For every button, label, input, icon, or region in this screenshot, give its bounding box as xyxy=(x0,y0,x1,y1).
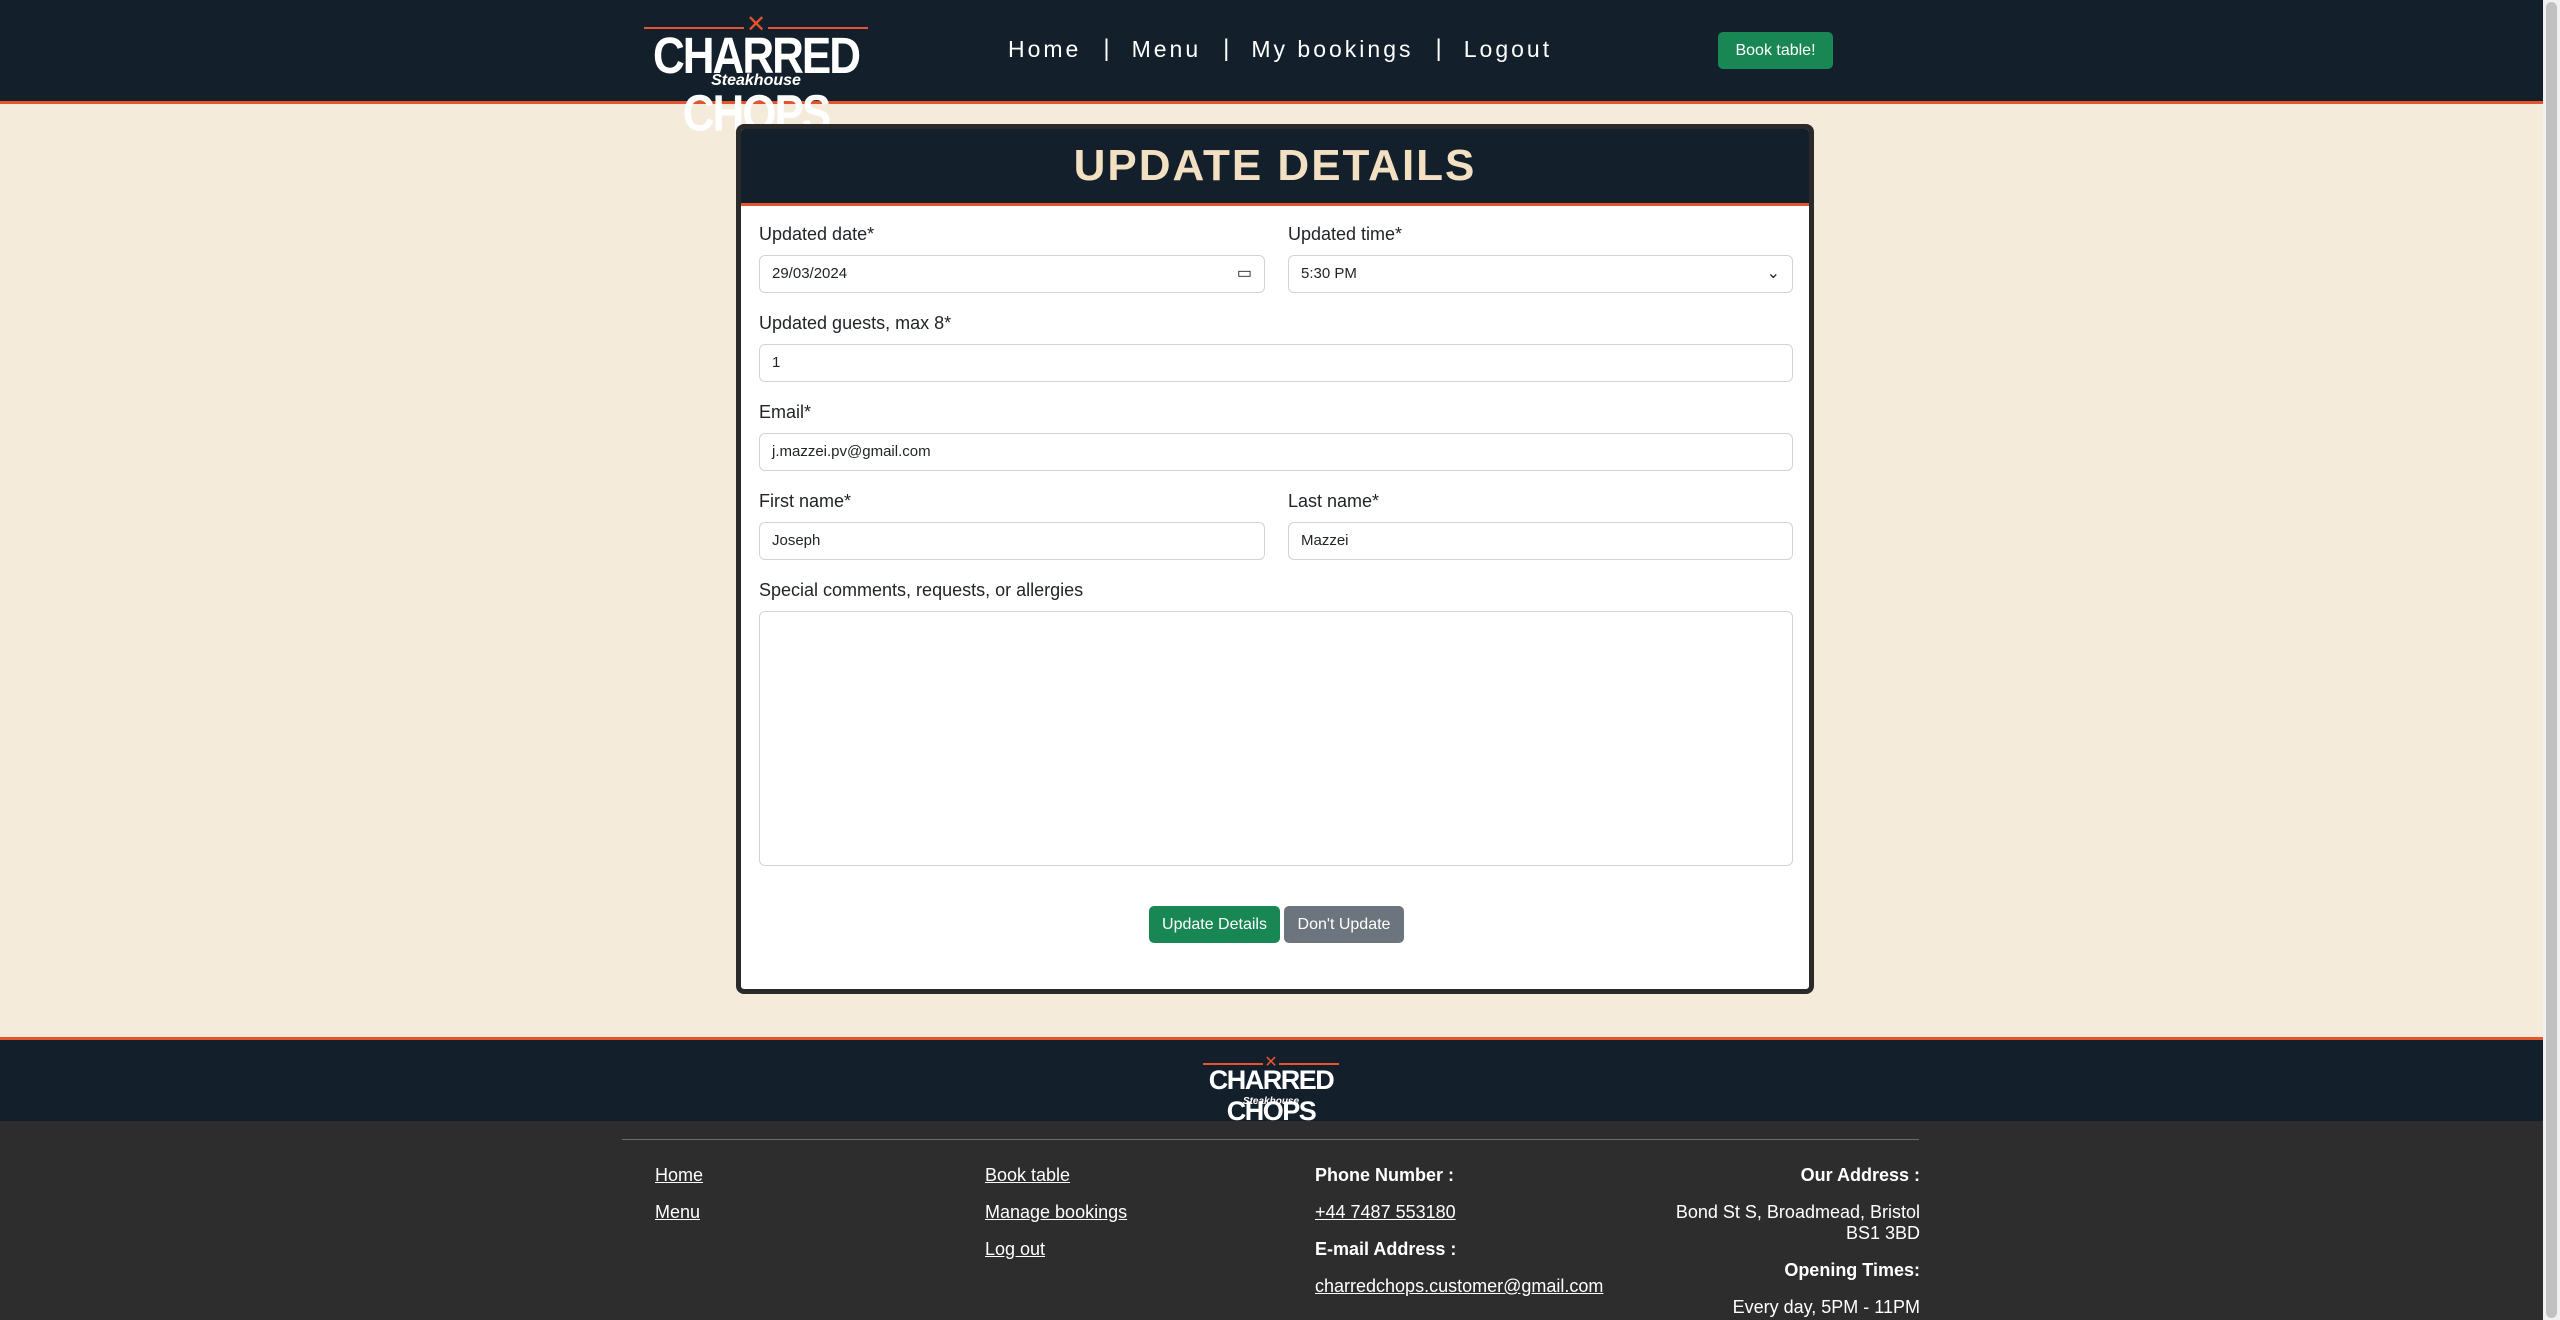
first-name-label: First name* xyxy=(759,491,852,511)
time-select[interactable]: 5:30 PM ⌄ xyxy=(1288,255,1793,293)
comments-label: Special comments, requests, or allergies xyxy=(759,580,1084,600)
footer-address: Our Address : Bond St S, Broadmead, Bris… xyxy=(1640,1165,1920,1320)
footer-logo: ✕ CHARRED CHOPS Steakhouse xyxy=(1195,1055,1347,1126)
card-header: UPDATE DETAILS xyxy=(741,129,1809,206)
date-label: Updated date* xyxy=(759,224,875,244)
phone-link[interactable]: +44 7487 553180 xyxy=(1315,1202,1603,1223)
footer-link-menu[interactable]: Menu xyxy=(655,1202,703,1223)
last-name-value: Mazzei xyxy=(1301,532,1349,549)
main-nav: Home | Menu | My bookings | Logout xyxy=(1008,32,1552,66)
date-value: 29/03/2024 xyxy=(772,265,848,282)
scrollbar-thumb[interactable] xyxy=(2546,2,2557,1318)
last-name-input[interactable]: Mazzei xyxy=(1288,522,1793,560)
nav-menu[interactable]: Menu xyxy=(1132,36,1202,63)
page-scrollbar[interactable] xyxy=(2543,0,2560,1320)
brand-logo[interactable]: ✕ CHARRED CHOPS Steakhouse xyxy=(630,10,882,142)
footer-link-manage-bookings[interactable]: Manage bookings xyxy=(985,1202,1127,1223)
email-label: Email* xyxy=(759,402,812,422)
guests-label: Updated guests, max 8* xyxy=(759,313,952,333)
footer-link-book-table[interactable]: Book table xyxy=(985,1165,1127,1186)
date-input[interactable]: 29/03/2024 ▭ xyxy=(759,255,1265,293)
site-header: ✕ CHARRED CHOPS Steakhouse Home | Menu |… xyxy=(0,0,2543,142)
footer-link-home[interactable]: Home xyxy=(655,1165,703,1186)
first-name-input[interactable]: Joseph xyxy=(759,522,1265,560)
dont-update-button[interactable]: Don't Update xyxy=(1284,906,1404,943)
address-heading: Our Address : xyxy=(1800,1165,1920,1185)
nav-separator: | xyxy=(1435,35,1442,62)
first-name-value: Joseph xyxy=(772,532,821,549)
footer-divider xyxy=(622,1139,1919,1140)
nav-separator: | xyxy=(1103,35,1110,62)
comments-textarea[interactable] xyxy=(759,611,1793,866)
update-details-card: UPDATE DETAILS Updated date* 29/03/2024 … xyxy=(736,124,1814,994)
book-table-button[interactable]: Book table! xyxy=(1718,32,1833,69)
nav-separator: | xyxy=(1223,35,1230,62)
opening-times-heading: Opening Times: xyxy=(1784,1260,1920,1280)
email-field[interactable]: j.mazzei.pv@gmail.com xyxy=(759,433,1793,471)
email-link[interactable]: charredchops.customer@gmail.com xyxy=(1315,1276,1603,1297)
nav-home[interactable]: Home xyxy=(1008,36,1081,63)
update-details-button[interactable]: Update Details xyxy=(1149,906,1280,943)
calendar-icon[interactable]: ▭ xyxy=(1237,256,1252,292)
nav-my-bookings[interactable]: My bookings xyxy=(1251,36,1413,63)
guests-input[interactable]: 1 xyxy=(759,344,1793,382)
opening-times-text: Every day, 5PM - 11PM xyxy=(1732,1297,1920,1317)
footer-logo-tagline: Steakhouse xyxy=(1242,1096,1300,1107)
footer-link-log-out[interactable]: Log out xyxy=(985,1239,1127,1260)
phone-heading: Phone Number : xyxy=(1315,1165,1455,1185)
nav-logout[interactable]: Logout xyxy=(1464,36,1552,63)
email-heading: E-mail Address : xyxy=(1315,1239,1457,1259)
email-value: j.mazzei.pv@gmail.com xyxy=(772,443,931,460)
time-value: 5:30 PM xyxy=(1301,265,1357,282)
last-name-label: Last name* xyxy=(1288,491,1380,511)
footer-contact: Phone Number : +44 7487 553180 E-mail Ad… xyxy=(1315,1165,1603,1313)
page: ✕ CHARRED CHOPS Steakhouse Home | Menu |… xyxy=(0,0,2543,1320)
time-label: Updated time* xyxy=(1288,224,1403,244)
chevron-down-icon: ⌄ xyxy=(1766,265,1780,282)
address-text: Bond St S, Broadmead, Bristol BS1 3BD xyxy=(1675,1202,1920,1243)
logo-tagline: Steakhouse xyxy=(711,72,801,89)
site-footer: Home Menu Book table Manage bookings Log… xyxy=(0,1121,2543,1320)
page-title: UPDATE DETAILS xyxy=(1073,141,1477,190)
footer-links-bookings: Book table Manage bookings Log out xyxy=(985,1165,1127,1276)
guests-value: 1 xyxy=(772,354,781,371)
footer-links-main: Home Menu xyxy=(655,1165,703,1239)
footer-logo-bar: ✕ CHARRED CHOPS Steakhouse xyxy=(0,1037,2543,1126)
